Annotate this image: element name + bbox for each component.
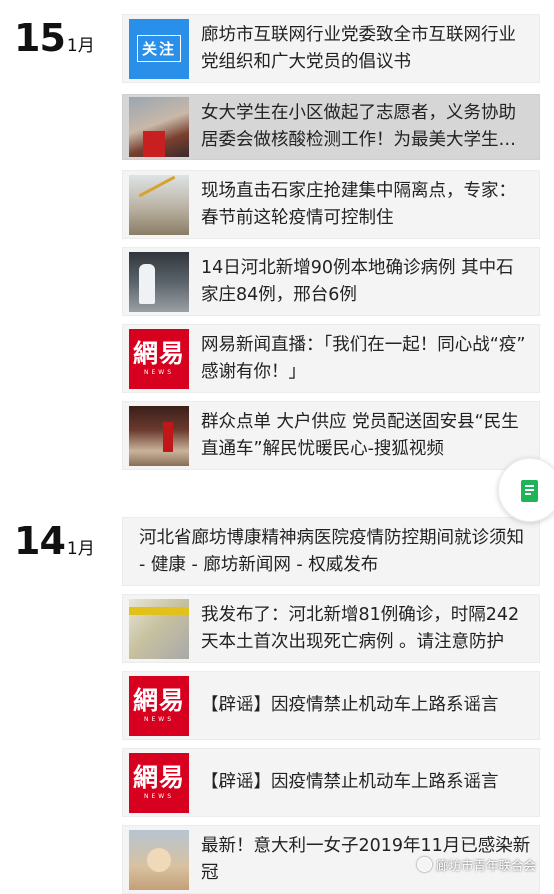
article-card[interactable]: 14日河北新增90例本地确诊病例 其中石家庄84例，邢台6例 — [122, 247, 540, 316]
article-title: 廊坊市互联网行业党委致全市互联网行业党组织和广大党员的倡议书 — [201, 24, 516, 72]
photo-thumbnail — [129, 174, 189, 235]
article-title: 【辟谣】因疫情禁止机动车上路系谣言 — [201, 695, 499, 715]
article-card[interactable]: 我发布了：河北新增81例确诊，时隔242天本土首次出现死亡病例 。请注意防护 — [122, 594, 540, 663]
follow-badge-icon: 关注 — [129, 18, 189, 79]
netease-logo-subtext: NEWS — [143, 793, 175, 800]
netease-logo-text: 網易 — [132, 686, 185, 715]
article-card[interactable]: 網易 NEWS 网易新闻直播：「我们在一起！同心战“疫” 感谢有你！」 — [122, 324, 540, 393]
article-card[interactable]: 網易 NEWS 【辟谣】因疫情禁止机动车上路系谣言 — [122, 748, 540, 817]
article-title: 14日河北新增90例本地确诊病例 其中石家庄84例，邢台6例 — [201, 257, 514, 305]
date-day: 15 — [14, 16, 66, 60]
date-header-14: 14 1月 — [14, 519, 95, 563]
article-title: 网易新闻直播：「我们在一起！同心战“疫” 感谢有你！」 — [201, 334, 526, 382]
article-card[interactable]: 網易 NEWS 【辟谣】因疫情禁止机动车上路系谣言 — [122, 671, 540, 740]
article-title: 群众点单 大户供应 党员配送固安县“民生直通车”解民忧暖民心-搜狐视频 — [201, 411, 519, 459]
netease-logo: 網易 NEWS — [129, 328, 189, 389]
netease-logo-text: 網易 — [132, 339, 185, 368]
photo-thumbnail — [129, 598, 189, 659]
watermark-text: 廊坊市青年联合会 — [435, 858, 536, 873]
article-card-selected[interactable]: 女大学生在小区做起了志愿者，义务协助居委会做核酸检测工作！为最美大学生点赞 — [122, 94, 540, 160]
document-icon — [521, 480, 538, 502]
photo-thumbnail — [129, 829, 189, 890]
photo-thumbnail — [129, 97, 189, 157]
article-card[interactable]: 关注 廊坊市互联网行业党委致全市互联网行业党组织和广大党员的倡议书 — [122, 14, 540, 83]
article-card[interactable]: 河北省廊坊博康精神病医院疫情防控期间就诊须知 - 健康 - 廊坊新闻网 - 权威… — [122, 517, 540, 586]
date-month: 1月 — [66, 36, 95, 56]
netease-logo-text: 網易 — [132, 763, 185, 792]
article-title: 河北省廊坊博康精神病医院疫情防控期间就诊须知 - 健康 - 廊坊新闻网 - 权威… — [139, 527, 524, 575]
article-title: 【辟谣】因疫情禁止机动车上路系谣言 — [201, 772, 499, 792]
date-header-15: 15 1月 — [14, 16, 95, 60]
article-title: 我发布了：河北新增81例确诊，时隔242天本土首次出现死亡病例 。请注意防护 — [201, 604, 520, 652]
date-day: 14 — [14, 519, 66, 563]
article-card[interactable]: 群众点单 大户供应 党员配送固安县“民生直通车”解民忧暖民心-搜狐视频 — [122, 401, 540, 470]
photo-thumbnail — [129, 251, 189, 312]
wechat-channel-icon — [416, 857, 432, 872]
netease-logo-subtext: NEWS — [143, 716, 175, 723]
date-month: 1月 — [66, 539, 95, 559]
article-title: 现场直击石家庄抢建集中隔离点，专家：春节前这轮疫情可控制住 — [201, 180, 516, 228]
photo-thumbnail — [129, 405, 189, 466]
article-title: 女大学生在小区做起了志愿者，义务协助居委会做核酸检测工作！为最美大学生点赞 — [201, 103, 516, 150]
account-watermark: 廊坊市青年联合会 — [416, 855, 536, 874]
netease-logo-subtext: NEWS — [143, 369, 175, 376]
netease-logo: 網易 NEWS — [129, 675, 189, 736]
thumb-badge-text: 关注 — [136, 35, 181, 62]
floating-document-button[interactable] — [498, 458, 554, 522]
article-card[interactable]: 现场直击石家庄抢建集中隔离点，专家：春节前这轮疫情可控制住 — [122, 170, 540, 239]
netease-logo: 網易 NEWS — [129, 752, 189, 813]
